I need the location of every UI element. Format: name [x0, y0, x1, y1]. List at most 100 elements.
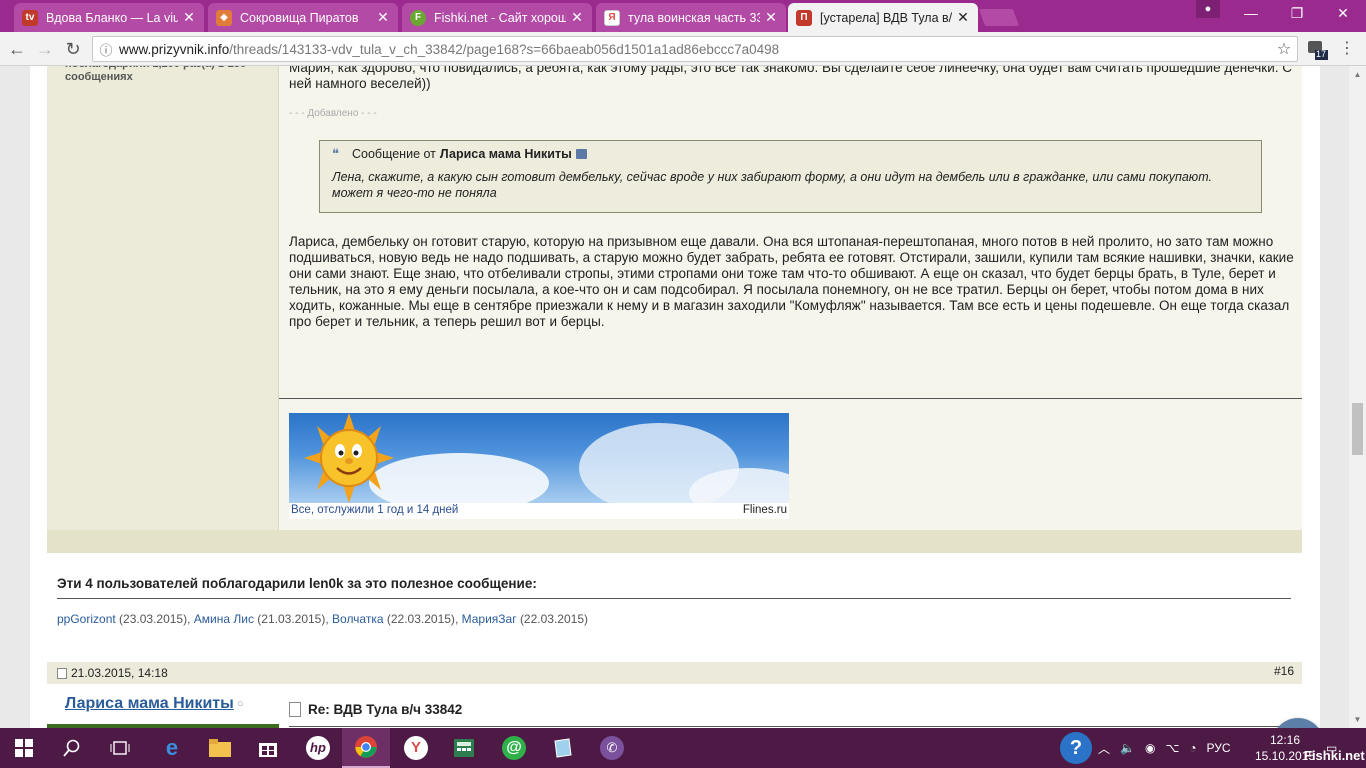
- offline-status-icon: ○: [237, 698, 244, 710]
- scroll-down-icon[interactable]: ▼: [1349, 711, 1366, 728]
- close-tab-icon[interactable]: ✕: [956, 9, 970, 26]
- new-tab-button[interactable]: [978, 9, 1020, 26]
- post-title: Re: ВДВ Тула в/ч 33842: [289, 702, 462, 717]
- quote-box: ❝ Сообщение от Лариса мама Никиты Лена, …: [319, 140, 1262, 213]
- browser-tab[interactable]: F Fishki.net - Сайт хороше ✕: [402, 3, 592, 32]
- scroll-up-icon[interactable]: ▲: [1349, 66, 1366, 83]
- thanks-user-link[interactable]: Амина Лис: [194, 612, 254, 626]
- browser-tab-active[interactable]: П [устарела] ВДВ Тула в/ч ✕: [788, 3, 978, 32]
- volume-icon[interactable]: 🔈: [1120, 741, 1135, 755]
- tab-title: [устарела] ВДВ Тула в/ч: [820, 10, 952, 25]
- search-icon[interactable]: [48, 728, 96, 768]
- page-scrollbar[interactable]: ▲ ▼: [1349, 66, 1366, 728]
- viber-icon[interactable]: ✆: [588, 728, 636, 768]
- thanks-user-list: ppGorizont (23.03.2015), Амина Лис (21.0…: [57, 612, 588, 626]
- windows-taskbar: e hp Y @ ✆ ? ︿ 🔈 ◉ ⌥ ◔ РУС 12:16 15.10.2…: [0, 728, 1366, 768]
- extension-icon[interactable]: 17: [1306, 38, 1328, 60]
- wifi-icon[interactable]: ◔: [1189, 741, 1196, 755]
- thanks-date: (23.03.2015): [119, 612, 188, 626]
- browser-tab[interactable]: Я тула воинская часть 338 ✕: [596, 3, 786, 32]
- scrollbar-thumb[interactable]: [1352, 403, 1363, 455]
- chrome-icon[interactable]: [342, 728, 390, 768]
- quote-author: Лариса мама Никиты: [439, 147, 572, 161]
- reply-text: Лариса, дембельку он готовит старую, кот…: [289, 234, 1294, 329]
- language-bar-icon[interactable]: ⌥: [1165, 741, 1179, 755]
- address-bar[interactable]: ⓘ www.prizyvnik.info/threads/143133-vdv_…: [92, 36, 1298, 62]
- reload-icon[interactable]: ↻: [62, 38, 84, 60]
- url-text[interactable]: www.prizyvnik.info/threads/143133-vdv_tu…: [119, 42, 1271, 57]
- post-footer: [47, 530, 1302, 553]
- chevron-up-icon[interactable]: ︿: [1098, 740, 1110, 757]
- post-number[interactable]: #16: [1274, 664, 1294, 678]
- browser-toolbar: ← → ↻ ⓘ www.prizyvnik.info/threads/14313…: [0, 32, 1366, 66]
- page-viewport: поблагодарили 1,200 раз(а) в 250 сообщен…: [0, 66, 1349, 728]
- quote-text: Лена, скажите, а какую сын готовит дембе…: [332, 170, 1212, 200]
- tv-favicon-icon: tv: [22, 9, 38, 26]
- thanks-date: (21.03.2015): [257, 612, 326, 626]
- post-title-text: Re: ВДВ Тула в/ч 33842: [308, 702, 463, 717]
- post-text: Мария, как здорово, что повидались, а ре…: [289, 66, 1292, 91]
- quote-prefix: Сообщение от: [352, 147, 436, 161]
- calculator-icon[interactable]: [440, 728, 488, 768]
- close-tab-icon[interactable]: ✕: [376, 9, 390, 26]
- banner-source[interactable]: Flines.ru: [743, 504, 787, 516]
- browser-tab[interactable]: ◆ Сокровища Пиратов ✕: [208, 3, 398, 32]
- close-tab-icon[interactable]: ✕: [182, 9, 196, 26]
- fishki-favicon-icon: F: [410, 9, 426, 26]
- post-title-divider: [289, 726, 1294, 727]
- thanks-heading: Эти 4 пользователей поблагодарили len0k …: [57, 576, 537, 591]
- signature-banner[interactable]: [289, 413, 789, 503]
- forward-icon[interactable]: →: [34, 38, 56, 60]
- minimize-icon[interactable]: —: [1228, 0, 1274, 28]
- maximize-icon[interactable]: ❐: [1274, 0, 1320, 28]
- input-language[interactable]: РУС: [1207, 741, 1231, 755]
- window-controls: — ❐ ✕: [1228, 0, 1366, 28]
- browser-tab[interactable]: tv Вдова Бланко — La viud ✕: [14, 3, 204, 32]
- profile-icon[interactable]: ●: [1196, 0, 1220, 18]
- thanks-box: Эти 4 пользователей поблагодарили len0k …: [47, 564, 1302, 650]
- user-thanks-stats: поблагодарили 1,200 раз(а) в 250 сообщен…: [65, 66, 246, 83]
- post-user-info: поблагодарили 1,200 раз(а) в 250 сообщен…: [47, 66, 279, 530]
- banner-caption-text[interactable]: Все, отслужили 1 год и 14 дней: [291, 504, 458, 516]
- clock-time: 12:16: [1269, 733, 1301, 747]
- tab-title: тула воинская часть 338: [628, 10, 760, 25]
- thanks-user-link[interactable]: ppGorizont: [57, 612, 116, 626]
- yandex-favicon-icon: Я: [604, 9, 620, 26]
- mail-agent-icon[interactable]: @: [490, 728, 538, 768]
- signature-divider: [279, 398, 1302, 399]
- thanks-user-link[interactable]: Волчатка: [332, 612, 384, 626]
- quote-icon: ❝: [332, 146, 339, 161]
- network-icon[interactable]: ◉: [1145, 741, 1155, 755]
- tab-title: Fishki.net - Сайт хороше: [434, 10, 566, 25]
- banner-caption: Все, отслужили 1 год и 14 дней Flines.ru: [289, 503, 789, 519]
- forum-post: Лариса мама Никиты ○ Re: ВДВ Тула в/ч 33…: [47, 684, 1302, 728]
- sun-icon: [304, 413, 394, 503]
- edge-icon[interactable]: e: [148, 728, 196, 768]
- thanks-date: (22.03.2015): [519, 612, 588, 626]
- quote-header: ❝ Сообщение от Лариса мама Никиты: [332, 147, 587, 161]
- post-date: 21.03.2015, 14:18: [57, 666, 168, 680]
- browser-tab-strip: tv Вдова Бланко — La viud ✕ ◆ Сокровища …: [0, 0, 1366, 32]
- close-tab-icon[interactable]: ✕: [764, 9, 778, 26]
- notes-app-icon[interactable]: [538, 728, 586, 768]
- help-icon[interactable]: ?: [1060, 732, 1092, 764]
- windows-start-icon[interactable]: [0, 728, 48, 768]
- task-view-icon[interactable]: [96, 728, 144, 768]
- file-explorer-icon[interactable]: [196, 728, 244, 768]
- close-tab-icon[interactable]: ✕: [570, 9, 584, 26]
- system-tray: ︿ 🔈 ◉ ⌥ ◔ РУС: [1098, 728, 1231, 768]
- menu-icon[interactable]: ⋮: [1336, 38, 1358, 60]
- store-icon[interactable]: [244, 728, 292, 768]
- go-to-post-icon[interactable]: [575, 149, 587, 159]
- thanks-user-link[interactable]: МарияЗаг: [462, 612, 517, 626]
- info-icon[interactable]: ⓘ: [93, 40, 119, 59]
- hp-icon[interactable]: hp: [294, 728, 342, 768]
- bookmark-star-icon[interactable]: ☆: [1271, 39, 1297, 59]
- yandex-browser-icon[interactable]: Y: [392, 728, 440, 768]
- url-host: www.prizyvnik.info: [119, 41, 230, 57]
- prizyvnik-favicon-icon: П: [796, 9, 812, 26]
- close-window-icon[interactable]: ✕: [1320, 0, 1366, 28]
- post-author-link[interactable]: Лариса мама Никиты: [65, 695, 234, 713]
- back-icon[interactable]: ←: [6, 38, 28, 60]
- thanks-divider: [57, 598, 1291, 599]
